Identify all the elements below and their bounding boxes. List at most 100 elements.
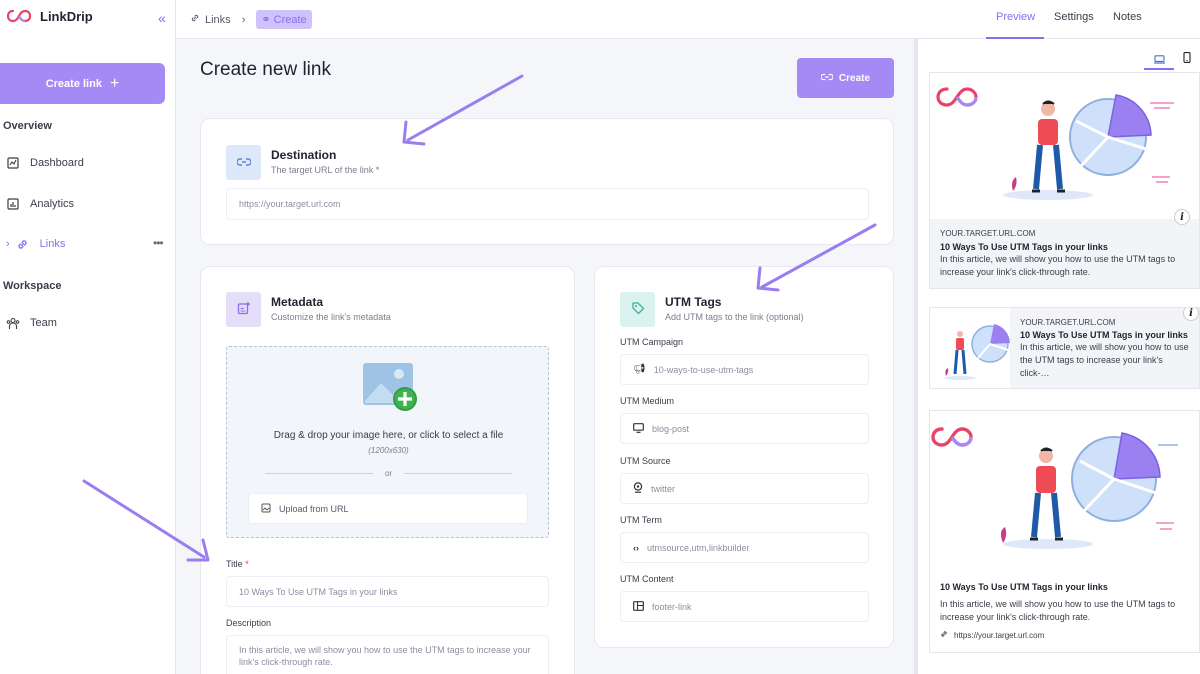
breadcrumb-current-label: Create [273, 14, 307, 26]
desktop-view-button[interactable] [1144, 52, 1174, 70]
destination-subtitle: The target URL of the link * [271, 165, 380, 175]
utm-icon-box [620, 292, 655, 327]
utm-campaign-input[interactable]: 📢︎ 10-ways-to-use-utm-tags [620, 354, 869, 385]
plus-icon: + [109, 74, 120, 92]
more-options-icon[interactable]: ••• [153, 236, 164, 250]
link-icon [235, 156, 252, 170]
metadata-subtitle: Customize the link's metadata [271, 312, 391, 322]
workspace-section-label: Workspace [3, 280, 62, 292]
preview-large-meta: YOUR.TARGET.URL.COM 10 Ways To Use UTM T… [930, 219, 1199, 288]
link-icon [16, 237, 30, 251]
utm-medium-input[interactable]: blog-post [620, 413, 869, 444]
preview-domain: YOUR.TARGET.URL.COM [1020, 318, 1116, 327]
utm-medium-value: blog-post [652, 423, 690, 434]
sidebar-item-label: Dashboard [30, 157, 84, 169]
utm-title: UTM Tags [665, 295, 722, 309]
utm-content-input[interactable]: footer-link [620, 591, 869, 622]
sidebar-item-label: Links [39, 238, 66, 250]
sidebar-item-analytics[interactable]: Analytics [6, 197, 74, 211]
chevron-right-icon[interactable]: › [6, 238, 10, 250]
description-field-label: Description [226, 618, 272, 628]
location-pin-icon [633, 482, 643, 495]
metadata-title: Metadata [271, 295, 324, 309]
dropzone-text: Drag & drop your image here, or click to… [273, 430, 504, 441]
or-divider: or [265, 469, 512, 478]
overview-section-label: Overview [3, 120, 52, 132]
utm-source-input[interactable]: twitter [620, 473, 869, 504]
destination-card [200, 118, 894, 245]
sidebar-item-label: Analytics [30, 198, 75, 210]
link-icon: ⚭ [261, 14, 271, 26]
destination-icon-box [226, 145, 261, 180]
preview-og-image [930, 411, 1199, 571]
preview-url-row: https://your.target.url.com [940, 630, 1191, 640]
sidebar-item-team[interactable]: Team [6, 316, 57, 330]
dropzone-size-hint: (1200x630) [368, 446, 409, 455]
utm-term-label: UTM Term [620, 515, 662, 525]
breadcrumb: Links › ⚭ Create [190, 10, 312, 29]
breadcrumb-current: ⚭ Create [256, 10, 312, 29]
mobile-icon [1183, 52, 1191, 66]
utm-medium-label: UTM Medium [620, 396, 675, 406]
destination-title: Destination [271, 148, 337, 162]
preview-og-image [930, 73, 1199, 219]
upload-from-url-button[interactable]: Upload from URL [248, 493, 528, 524]
monitor-icon [633, 422, 644, 435]
utm-term-input[interactable]: ‹› utmsource,utm,linkbuilder [620, 532, 869, 563]
tag-icon [631, 301, 645, 318]
preview-compact-meta: YOUR.TARGET.URL.COM 10 Ways To Use UTM T… [1010, 308, 1199, 388]
sidebar: LinkDrip « Create link + Overview Dashbo… [0, 0, 176, 674]
tab-preview[interactable]: Preview [996, 11, 1035, 23]
sidebar-item-links[interactable]: › Links [6, 237, 65, 251]
logo-icon [6, 9, 32, 23]
title-input-value: 10 Ways To Use UTM Tags in your links [239, 586, 398, 597]
utm-campaign-label: UTM Campaign [620, 337, 684, 347]
preview-title: 10 Ways To Use UTM Tags in your links [940, 242, 1108, 252]
upload-from-url-label: Upload from URL [279, 503, 349, 514]
create-link-button[interactable]: Create link + [0, 63, 165, 104]
collapse-sidebar-icon[interactable]: « [158, 10, 166, 26]
tab-notes[interactable]: Notes [1113, 11, 1142, 23]
utm-campaign-value: 10-ways-to-use-utm-tags [653, 364, 754, 375]
create-link-label: Create link [45, 77, 102, 90]
preview-description: In this article, we will show you how to… [940, 254, 1176, 277]
layout-icon [633, 600, 644, 613]
title-field-label: Title * [226, 559, 249, 569]
description-textarea-value: In this article, we will show you how to… [239, 645, 531, 667]
team-icon [6, 316, 20, 330]
chevron-right-icon: › [241, 13, 246, 26]
utm-content-label: UTM Content [620, 574, 674, 584]
create-button[interactable]: Create [797, 58, 894, 98]
code-icon: ‹› [633, 542, 639, 553]
megaphone-icon: 📢︎ [633, 364, 646, 375]
preview-domain: YOUR.TARGET.URL.COM [940, 229, 1036, 238]
analytics-icon [6, 197, 20, 211]
destination-url-input[interactable]: https://your.target.url.com [226, 188, 869, 220]
desktop-icon [1153, 53, 1165, 67]
image-dropzone[interactable]: Drag & drop your image here, or click to… [226, 346, 549, 538]
title-input[interactable]: 10 Ways To Use UTM Tags in your links [226, 576, 549, 607]
tab-settings[interactable]: Settings [1054, 11, 1094, 23]
preview-og-thumbnail [930, 308, 1010, 388]
info-icon[interactable]: i [1174, 209, 1190, 225]
preview-description: In this article, we will show you how to… [1020, 342, 1189, 378]
mobile-view-button[interactable] [1183, 52, 1191, 66]
dashboard-icon [6, 156, 20, 170]
top-bar [176, 0, 1200, 39]
edit-image-icon [237, 301, 251, 318]
preview-card-large: YOUR.TARGET.URL.COM 10 Ways To Use UTM T… [929, 72, 1200, 289]
preview-title: 10 Ways To Use UTM Tags in your links [940, 582, 1108, 592]
app-logo[interactable]: LinkDrip [6, 8, 93, 24]
image-icon [261, 503, 271, 515]
sidebar-item-dashboard[interactable]: Dashboard [6, 156, 84, 170]
utm-content-value: footer-link [652, 601, 692, 612]
image-upload-icon [363, 361, 419, 416]
utm-source-label: UTM Source [620, 456, 671, 466]
description-textarea[interactable]: In this article, we will show you how to… [226, 635, 549, 674]
breadcrumb-links[interactable]: Links [205, 14, 231, 26]
app-name: LinkDrip [40, 8, 93, 24]
preview-social-meta: 10 Ways To Use UTM Tags in your links In… [930, 571, 1199, 652]
link-icon [190, 13, 200, 26]
preview-title: 10 Ways To Use UTM Tags in your links [1020, 330, 1188, 340]
preview-description: In this article, we will show you how to… [940, 599, 1176, 622]
